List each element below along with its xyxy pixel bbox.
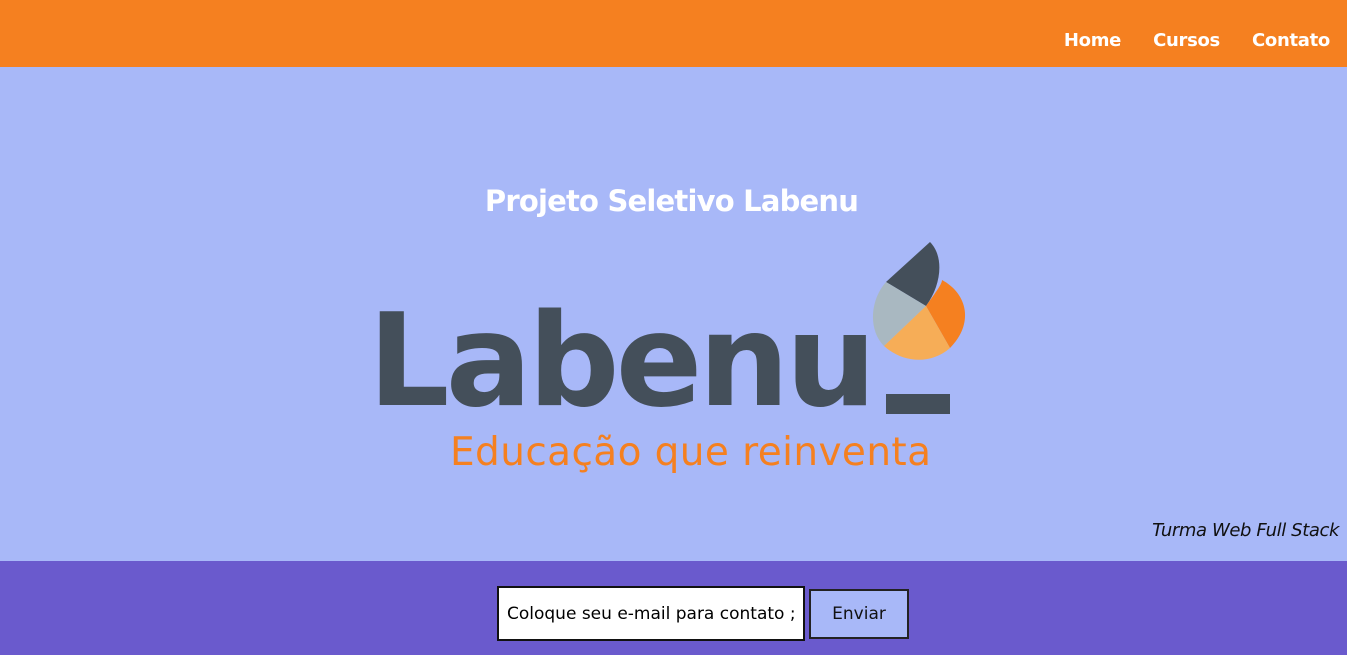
email-field[interactable] bbox=[497, 586, 805, 641]
logo-underscore bbox=[886, 394, 950, 414]
page: Home Cursos Contato Projeto Seletivo Lab… bbox=[0, 0, 1347, 655]
class-subtitle: Turma Web Full Stack bbox=[1152, 520, 1339, 541]
top-header: Home Cursos Contato bbox=[0, 0, 1347, 67]
logo-wordmark: Labenu bbox=[368, 287, 877, 436]
logo-petal-icon bbox=[872, 242, 966, 360]
nav-link-home[interactable]: Home bbox=[1064, 29, 1122, 53]
send-button[interactable]: Enviar bbox=[809, 589, 909, 639]
logo-tagline: Educação que reinventa bbox=[450, 430, 932, 475]
labenu-logo: Labenu Educação que reinventa bbox=[360, 236, 980, 486]
main-nav: Home Cursos Contato bbox=[1064, 29, 1330, 53]
nav-link-contato[interactable]: Contato bbox=[1252, 29, 1330, 53]
nav-link-cursos[interactable]: Cursos bbox=[1153, 29, 1220, 53]
page-title: Projeto Seletivo Labenu bbox=[484, 184, 859, 218]
